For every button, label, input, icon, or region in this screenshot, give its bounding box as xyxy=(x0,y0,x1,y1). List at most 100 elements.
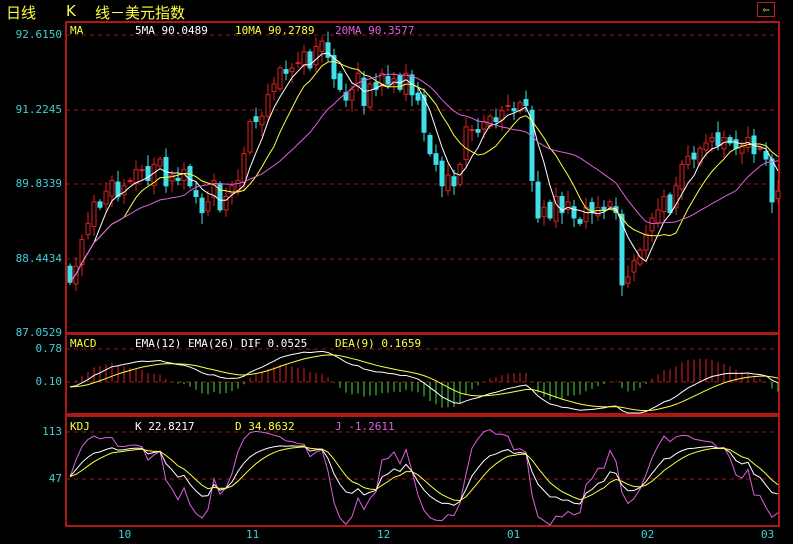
candle-up xyxy=(469,129,475,132)
candle-up xyxy=(349,88,355,101)
candle-up xyxy=(709,137,715,142)
candle-down xyxy=(253,116,259,123)
candle-down xyxy=(97,201,103,208)
candle-down xyxy=(475,129,481,133)
x-tick: 11 xyxy=(246,528,260,541)
price-tick: 92.6150 xyxy=(15,28,62,41)
candle-down xyxy=(493,117,499,123)
candle-up xyxy=(463,126,469,161)
candle-up xyxy=(91,201,97,228)
kdj-j-line xyxy=(69,429,779,526)
candle-up xyxy=(259,115,265,126)
kdj-tick: 47 xyxy=(48,472,62,485)
candle-down xyxy=(667,194,673,214)
candle-down xyxy=(523,99,529,106)
kdj-d-line xyxy=(69,446,779,502)
kdj-j-value: J -1.2611 xyxy=(335,420,395,433)
candle-down xyxy=(715,132,721,147)
candle-up xyxy=(685,155,691,165)
kdj-panel-label: KDJ xyxy=(70,420,90,433)
candle-down xyxy=(193,190,199,198)
candle-down xyxy=(337,73,343,90)
candle-up xyxy=(205,201,211,212)
kdj-d-value: D 34.8632 xyxy=(235,420,295,433)
candle-up xyxy=(505,104,511,107)
candle-up xyxy=(157,158,163,167)
ma-panel-label: MA xyxy=(70,24,84,37)
candle-down xyxy=(325,42,331,58)
price-tick: 88.4434 xyxy=(15,252,62,265)
candle-up xyxy=(103,190,109,205)
candle-down xyxy=(691,152,697,160)
candle-down xyxy=(601,206,607,211)
macd-dea-value: DEA(9) 0.1659 xyxy=(335,337,422,350)
x-tick: 10 xyxy=(118,528,132,541)
candle-up xyxy=(655,209,661,224)
candle-up xyxy=(319,40,325,52)
candle-down xyxy=(199,197,205,214)
candle-up xyxy=(703,142,709,151)
candle-up xyxy=(541,206,547,217)
candle-up xyxy=(271,83,277,93)
candle-down xyxy=(217,183,223,211)
candle-up xyxy=(109,179,115,197)
candle-down xyxy=(619,213,625,286)
candle-up xyxy=(631,260,637,273)
kdj-tick: 113 xyxy=(42,425,62,438)
candle-up xyxy=(625,276,631,284)
candle-up xyxy=(295,62,301,65)
x-tick: 01 xyxy=(507,528,521,541)
candle-down xyxy=(763,151,769,160)
candle-up xyxy=(649,217,655,232)
candle-down xyxy=(439,160,445,187)
candle-up xyxy=(757,147,763,150)
candle-down xyxy=(769,158,775,203)
candle-up xyxy=(241,153,247,183)
candle-up xyxy=(301,51,307,67)
candle-down xyxy=(385,76,391,85)
candle-up xyxy=(247,121,253,153)
price-tick: 89.8339 xyxy=(15,177,62,190)
candle-up xyxy=(139,169,145,172)
candle-down xyxy=(283,69,289,74)
candle-up xyxy=(367,83,373,108)
candle-down xyxy=(433,153,439,165)
candle-down xyxy=(733,139,739,149)
candle-up xyxy=(661,196,667,213)
candle-down xyxy=(415,92,421,101)
candle-up xyxy=(679,163,685,190)
stock-chart xyxy=(65,21,781,527)
ma5-line xyxy=(69,52,779,283)
candle-down xyxy=(307,51,313,69)
candle-up xyxy=(289,67,295,73)
candle-down xyxy=(577,219,583,224)
ma20-value: 20MA 90.3577 xyxy=(335,24,415,37)
x-tick: 03 xyxy=(761,528,775,541)
candle-down xyxy=(511,108,517,112)
candle-down xyxy=(175,177,181,181)
candle-down xyxy=(187,166,193,187)
candle-down xyxy=(451,176,457,187)
candle-up xyxy=(445,174,451,192)
macd-tick: 0.78 xyxy=(35,342,63,355)
candle-up xyxy=(277,67,283,90)
price-tick: 87.0529 xyxy=(15,326,62,339)
candle-up xyxy=(85,222,91,236)
candle-up xyxy=(265,94,271,117)
macd-panel-label: MACD xyxy=(70,337,97,350)
candle-up xyxy=(643,233,649,251)
candle-up xyxy=(775,190,781,200)
candle-up xyxy=(127,179,133,182)
candle-down xyxy=(727,137,733,144)
candle-down xyxy=(547,201,553,219)
macd-dif-value: EMA(12) EMA(26) DIF 0.0525 xyxy=(135,337,308,350)
candle-up xyxy=(313,46,319,66)
x-tick: 02 xyxy=(641,528,655,541)
price-tick: 91.2245 xyxy=(15,103,62,116)
macd-tick: 0.10 xyxy=(35,375,63,388)
candle-down xyxy=(535,181,541,219)
candle-up xyxy=(595,206,601,217)
candle-up xyxy=(607,201,613,208)
x-tick: 12 xyxy=(377,528,391,541)
ma10-value: 10MA 90.2789 xyxy=(235,24,315,37)
